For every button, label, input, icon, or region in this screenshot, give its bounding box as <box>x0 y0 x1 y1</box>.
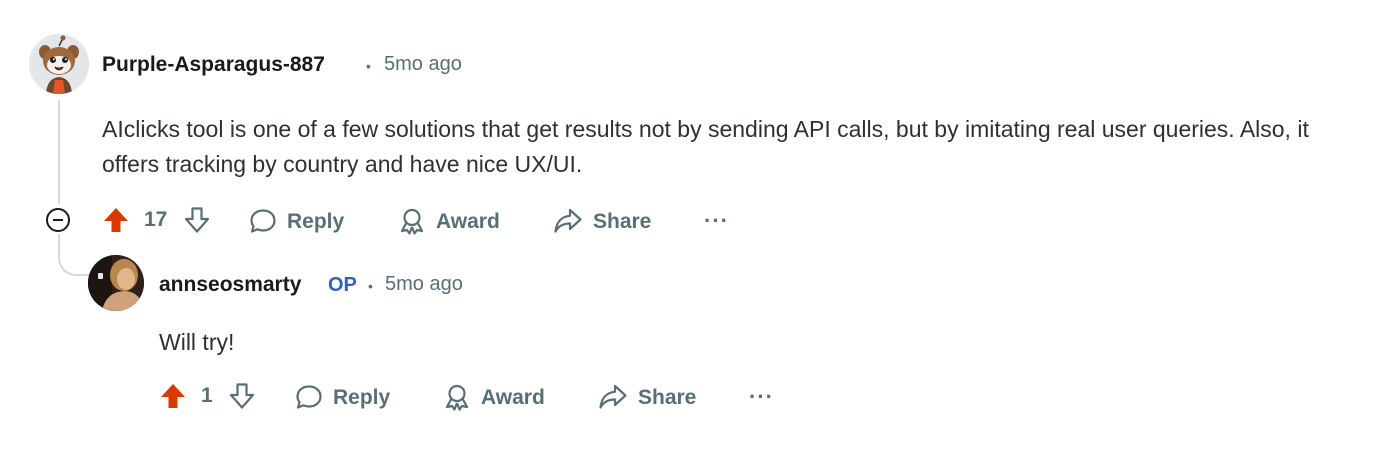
share-button[interactable]: Share <box>553 207 651 235</box>
thread-branch-curve <box>58 238 92 276</box>
meta-separator: • <box>368 278 373 294</box>
vote-count: 17 <box>144 208 168 231</box>
upvote-button[interactable] <box>102 206 130 234</box>
collapse-icon <box>46 208 70 232</box>
downvote-arrow-icon <box>229 383 255 409</box>
comment-body: Will try! <box>159 329 235 355</box>
share-label: Share <box>638 385 697 409</box>
upvote-arrow-icon <box>161 384 185 408</box>
user-photo-avatar <box>88 255 144 311</box>
op-badge: OP <box>328 274 357 296</box>
award-label: Award <box>481 385 545 409</box>
comment-author[interactable]: Purple-Asparagus-887 <box>102 54 325 75</box>
meta-separator: • <box>366 58 371 74</box>
share-label: Share <box>593 209 652 233</box>
award-icon <box>400 208 424 235</box>
thread-line <box>58 100 60 204</box>
share-button[interactable]: Share <box>598 383 696 411</box>
reply-label: Reply <box>287 209 345 233</box>
upvote-arrow-icon <box>104 208 128 232</box>
reply-bubble-icon <box>250 209 276 233</box>
more-options-button[interactable]: ··· <box>704 210 729 232</box>
award-button[interactable]: Award <box>443 383 545 411</box>
reply-bubble-icon <box>296 385 322 409</box>
avatar[interactable] <box>29 34 89 94</box>
comment-timestamp[interactable]: 5mo ago <box>384 54 462 74</box>
award-icon <box>445 384 469 411</box>
more-options-button[interactable]: ··· <box>749 386 774 408</box>
downvote-button[interactable] <box>228 382 256 410</box>
vote-count: 1 <box>201 384 213 407</box>
comment-author[interactable]: annseosmarty <box>159 274 301 295</box>
share-arrow-icon <box>554 208 582 233</box>
upvote-button[interactable] <box>159 382 187 410</box>
award-button[interactable]: Award <box>398 207 500 235</box>
comment-body: AIclicks tool is one of a few solutions … <box>102 116 1309 177</box>
downvote-arrow-icon <box>184 207 210 233</box>
reply-label: Reply <box>333 385 391 409</box>
comment-timestamp[interactable]: 5mo ago <box>385 274 463 294</box>
reply-button[interactable]: Reply <box>249 208 344 234</box>
collapse-thread-button[interactable] <box>45 207 71 233</box>
award-label: Award <box>436 209 500 233</box>
downvote-button[interactable] <box>183 206 211 234</box>
snoo-avatar-icon <box>29 34 89 94</box>
avatar[interactable] <box>88 255 144 311</box>
share-arrow-icon <box>599 384 627 409</box>
reply-button[interactable]: Reply <box>295 384 390 410</box>
